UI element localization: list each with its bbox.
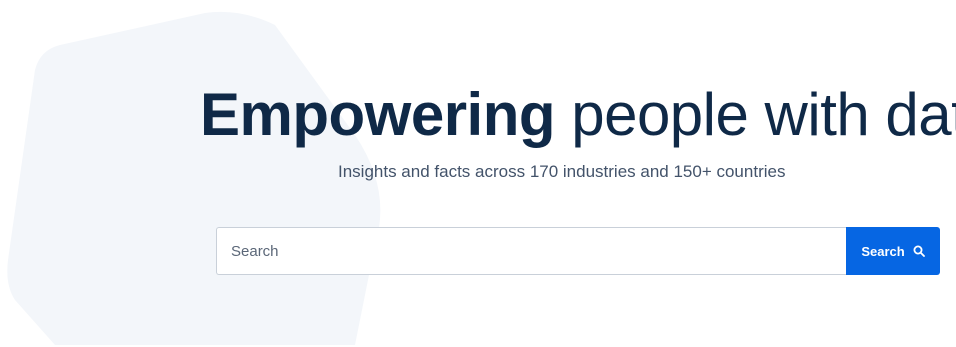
search-icon	[913, 245, 925, 257]
hero-headline: Empowering people with data	[200, 80, 956, 150]
search-button-label: Search	[861, 243, 905, 259]
headline-strong: Empowering	[200, 81, 556, 148]
search-input[interactable]	[216, 227, 846, 275]
headline-light: people with data	[571, 81, 956, 148]
hero-section: Empowering people with data Insights and…	[0, 0, 956, 347]
search-button[interactable]: Search	[846, 227, 940, 275]
hero-subtitle: Insights and facts across 170 industries…	[338, 162, 786, 181]
